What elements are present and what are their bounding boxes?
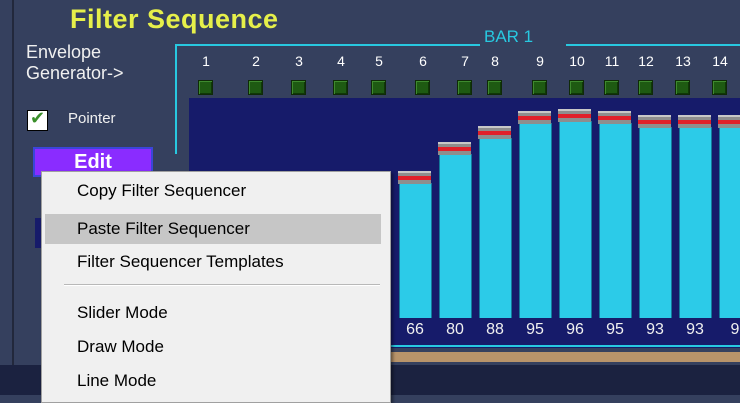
bar-value-label: 93 xyxy=(686,321,704,338)
menu-item-copy-filter-sequencer[interactable]: Copy Filter Sequencer xyxy=(45,176,381,206)
step-number: 3 xyxy=(295,53,303,69)
menu-item-paste-filter-sequencer[interactable]: Paste Filter Sequencer xyxy=(45,214,381,244)
bar-value-label: 80 xyxy=(446,321,464,338)
step-number: 7 xyxy=(461,53,469,69)
step-led[interactable] xyxy=(675,80,690,95)
step-led[interactable] xyxy=(333,80,348,95)
filter-sequence-panel: Filter Sequence Envelope Generator-> BAR… xyxy=(0,0,740,403)
step-led[interactable] xyxy=(487,80,502,95)
frame-line-top-right xyxy=(566,44,740,46)
frame-line-top-left xyxy=(175,44,480,46)
bar-value-label: 66 xyxy=(406,321,424,338)
step-number: 11 xyxy=(604,53,620,69)
bar-value-label: 95 xyxy=(606,321,624,338)
step-led[interactable] xyxy=(532,80,547,95)
step-led[interactable] xyxy=(457,80,472,95)
sequence-bar[interactable] xyxy=(639,127,672,318)
pointer-checkbox[interactable]: ✔ xyxy=(27,108,48,131)
left-divider xyxy=(12,0,14,365)
bar-cap-handle[interactable] xyxy=(518,111,551,124)
step-number: 5 xyxy=(375,53,383,69)
sequence-bar[interactable] xyxy=(439,154,472,318)
sequence-bar[interactable] xyxy=(479,138,512,318)
step-number: 8 xyxy=(491,53,499,69)
step-number: 1 xyxy=(202,53,210,69)
bar-value-label: 9 xyxy=(730,321,740,338)
bar-cap-handle[interactable] xyxy=(478,126,511,139)
step-number: 4 xyxy=(337,53,345,69)
step-number: 14 xyxy=(712,53,728,69)
sequence-bar[interactable] xyxy=(519,123,552,318)
step-led[interactable] xyxy=(712,80,727,95)
pointer-label: Pointer xyxy=(68,110,116,127)
edit-context-menu: Copy Filter Sequencer Paste Filter Seque… xyxy=(41,171,391,403)
menu-item-filter-sequencer-templates[interactable]: Filter Sequencer Templates xyxy=(45,247,381,277)
menu-item-slider-mode[interactable]: Slider Mode xyxy=(45,298,381,328)
bar-value-label: 93 xyxy=(646,321,664,338)
sequence-bar[interactable] xyxy=(559,121,592,318)
step-led[interactable] xyxy=(371,80,386,95)
step-number: 10 xyxy=(569,53,585,69)
bar-cap-handle[interactable] xyxy=(678,115,711,128)
panel-title: Filter Sequence xyxy=(70,4,279,34)
step-number: 9 xyxy=(536,53,544,69)
sequence-bar[interactable] xyxy=(679,127,712,318)
step-number: 13 xyxy=(675,53,691,69)
step-number: 12 xyxy=(638,53,654,69)
step-led[interactable] xyxy=(604,80,619,95)
checkmark-icon: ✔ xyxy=(30,108,46,129)
envelope-generator-label: Envelope Generator-> xyxy=(26,42,124,83)
step-led[interactable] xyxy=(248,80,263,95)
bar-cap-handle[interactable] xyxy=(438,142,471,155)
menu-item-line-mode[interactable]: Line Mode xyxy=(45,366,381,396)
bar-cap-handle[interactable] xyxy=(638,115,671,128)
step-led[interactable] xyxy=(415,80,430,95)
bar-cap-handle[interactable] xyxy=(718,115,740,128)
sequence-bar[interactable] xyxy=(399,183,432,318)
sequence-bar[interactable] xyxy=(719,127,740,318)
sequence-bar[interactable] xyxy=(599,123,632,318)
bar-value-label: 96 xyxy=(566,321,584,338)
frame-line-left xyxy=(175,44,177,154)
bar-cap-handle[interactable] xyxy=(398,171,431,184)
menu-item-draw-mode[interactable]: Draw Mode xyxy=(45,332,381,362)
step-led[interactable] xyxy=(291,80,306,95)
step-led[interactable] xyxy=(198,80,213,95)
bar-cap-handle[interactable] xyxy=(558,109,591,122)
bar-label: BAR 1 xyxy=(484,27,534,46)
menu-separator xyxy=(64,284,380,286)
step-led[interactable] xyxy=(638,80,653,95)
step-number: 2 xyxy=(252,53,260,69)
bar-cap-handle[interactable] xyxy=(598,111,631,124)
bar-value-label: 95 xyxy=(526,321,544,338)
step-led[interactable] xyxy=(569,80,584,95)
bar-value-label: 88 xyxy=(486,321,504,338)
step-number: 6 xyxy=(419,53,427,69)
